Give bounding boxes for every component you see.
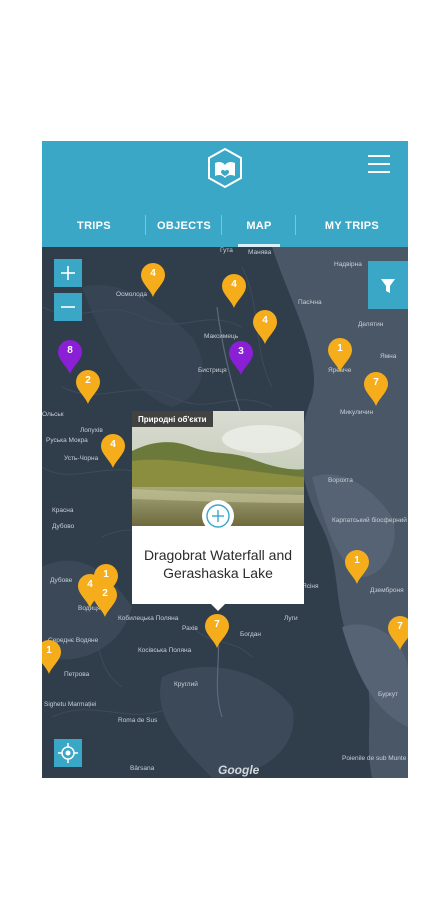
map-pin[interactable]: 2 xyxy=(75,369,101,405)
main-tabs: TRIPS OBJECTS MAP MY TRIPS xyxy=(42,205,408,247)
pin-count: 1 xyxy=(46,645,52,656)
pin-count: 2 xyxy=(102,588,108,599)
map-pin[interactable]: 4 xyxy=(221,273,247,309)
pin-count: 1 xyxy=(337,343,343,354)
place-label: Poienile de sub Munte xyxy=(342,755,407,762)
object-popup-card[interactable]: Природні об'єкти Dragobrat Waterfall and… xyxy=(132,411,304,611)
pin-count: 3 xyxy=(238,346,244,357)
place-label: Руська Мокра xyxy=(46,437,88,444)
place-label: Карпатський біосферний xyxy=(332,517,407,524)
category-badge: Природні об'єкти xyxy=(132,411,213,427)
map-pin[interactable]: 4 xyxy=(140,262,166,298)
tab-map[interactable]: MAP xyxy=(222,205,296,247)
filter-funnel-icon xyxy=(381,279,395,293)
map-pin[interactable]: 4 xyxy=(100,433,126,469)
place-label: Буркут xyxy=(378,691,399,698)
tab-objects-label: OBJECTS xyxy=(156,220,212,232)
map-view[interactable]: Гута Манява Осмолода Пасічна Надвірна Ма… xyxy=(42,247,408,778)
place-label: Бистриця xyxy=(198,367,227,374)
pin-count: 4 xyxy=(110,439,116,450)
top-bar: TRIPS OBJECTS MAP MY TRIPS xyxy=(42,141,408,247)
place-label: Дубове xyxy=(50,577,73,584)
place-label: Манява xyxy=(248,249,272,256)
place-label: Усть-Чорна xyxy=(64,455,99,462)
tab-trips[interactable]: TRIPS xyxy=(42,205,146,247)
place-label: Круглий xyxy=(174,681,198,688)
filter-button[interactable] xyxy=(368,261,408,309)
place-label: Косівська Поляна xyxy=(138,647,192,654)
pin-count: 1 xyxy=(354,555,360,566)
pin-count: 7 xyxy=(214,619,220,630)
locate-me-button[interactable] xyxy=(54,739,82,767)
place-label: Ворохта xyxy=(328,477,353,484)
place-label: Микуличин xyxy=(340,409,374,416)
tab-map-label: MAP xyxy=(246,220,272,232)
place-label: Ямна xyxy=(380,353,397,360)
map-pin[interactable]: 1 xyxy=(42,639,62,675)
place-label: Петрова xyxy=(64,671,90,678)
book-heart-hexagon-icon[interactable] xyxy=(207,147,243,191)
place-label: Пасічна xyxy=(298,299,322,306)
place-label: Bârsana xyxy=(130,765,155,772)
popup-pointer xyxy=(210,603,226,611)
map-pin[interactable]: 4 xyxy=(252,309,278,345)
gps-crosshair-icon xyxy=(58,743,78,763)
place-label: Луги xyxy=(284,615,298,622)
place-label: Красна xyxy=(52,507,74,514)
place-label: Рахів xyxy=(182,625,198,632)
tab-my-trips[interactable]: MY TRIPS xyxy=(296,205,408,247)
map-pin[interactable]: 7 xyxy=(387,615,408,651)
pin-count: 8 xyxy=(67,345,73,356)
place-label: Ясіня xyxy=(302,583,319,590)
pin-count: 4 xyxy=(231,279,237,290)
pin-count: 4 xyxy=(262,315,268,326)
place-label: Максимець xyxy=(204,333,239,340)
place-label: Roma de Sus xyxy=(118,717,158,724)
pin-count: 7 xyxy=(373,377,379,388)
map-pin[interactable]: 7 xyxy=(204,613,230,649)
map-pin[interactable]: 1 xyxy=(327,337,353,373)
tab-my-trips-label: MY TRIPS xyxy=(324,220,380,232)
place-label: Богдан xyxy=(240,631,261,638)
place-label: Дубово xyxy=(52,523,75,530)
plus-icon xyxy=(61,266,75,280)
zoom-out-button[interactable] xyxy=(54,293,82,321)
place-label: Надвірна xyxy=(334,261,362,268)
pin-count: 4 xyxy=(150,268,156,279)
object-title: Dragobrat Waterfall and Gerashaska Lake xyxy=(143,547,293,581)
map-attribution: Google xyxy=(218,763,260,777)
plus-circle-icon xyxy=(206,504,230,528)
place-label: Дземброня xyxy=(370,587,404,594)
pin-count: 7 xyxy=(397,621,403,632)
place-label: Кобилецька Поляна xyxy=(118,615,179,622)
map-pin[interactable]: 7 xyxy=(363,371,389,407)
app-screen: TRIPS OBJECTS MAP MY TRIPS Гута Манява О… xyxy=(42,141,408,778)
pin-count: 2 xyxy=(85,375,91,386)
place-label: Гута xyxy=(220,247,233,254)
place-label: Sighetu Marmației xyxy=(44,701,97,708)
zoom-in-button[interactable] xyxy=(54,259,82,287)
add-to-trip-button[interactable] xyxy=(202,500,234,532)
place-label: Ольськ xyxy=(42,411,64,418)
tab-objects[interactable]: OBJECTS xyxy=(146,205,222,247)
tab-trips-label: TRIPS xyxy=(77,220,111,232)
hamburger-menu-icon[interactable] xyxy=(368,155,390,175)
place-label: Делятин xyxy=(358,321,384,328)
map-pin[interactable]: 3 xyxy=(228,340,254,376)
map-pin[interactable]: 1 xyxy=(344,549,370,585)
minus-icon xyxy=(61,306,75,308)
map-pin[interactable]: 2 xyxy=(92,582,118,618)
